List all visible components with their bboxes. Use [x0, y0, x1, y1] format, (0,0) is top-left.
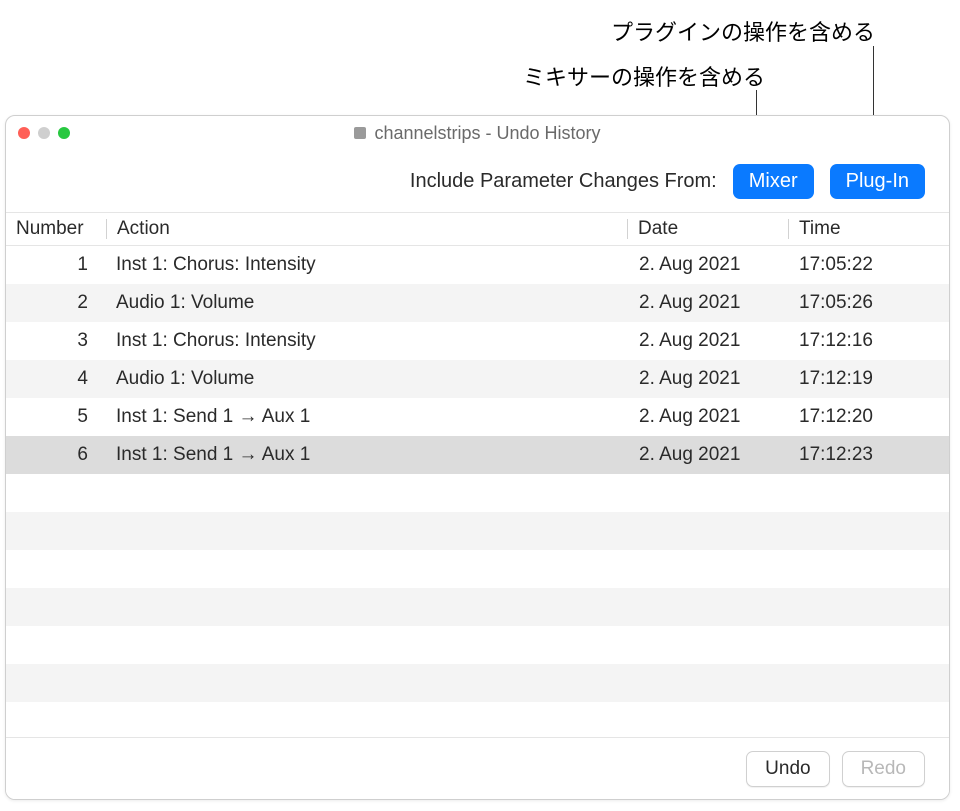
cell-number: 6 — [6, 444, 106, 466]
cell-action: Inst 1: Chorus: Intensity — [106, 254, 629, 276]
history-row[interactable]: 2Audio 1: Volume2. Aug 202117:05:26 — [6, 284, 949, 322]
empty-row — [6, 588, 949, 626]
empty-row — [6, 550, 949, 588]
undo-button[interactable]: Undo — [746, 751, 829, 787]
cell-time: 17:05:26 — [789, 292, 949, 314]
cell-number: 3 — [6, 330, 106, 352]
empty-row — [6, 474, 949, 512]
toolbar: Include Parameter Changes From: Mixer Pl… — [6, 150, 949, 212]
cell-time: 17:12:16 — [789, 330, 949, 352]
window-title: channelstrips - Undo History — [6, 123, 949, 144]
cell-date: 2. Aug 2021 — [629, 330, 789, 352]
history-row[interactable]: 5Inst 1: Send 1 → Aux 12. Aug 202117:12:… — [6, 398, 949, 436]
footer: Undo Redo — [6, 737, 949, 799]
annotation-layer: プラグインの操作を含める ミキサーの操作を含める — [0, 0, 960, 115]
undo-history-window: channelstrips - Undo History Include Par… — [5, 115, 950, 800]
cell-number: 1 — [6, 254, 106, 276]
column-header-number[interactable]: Number — [6, 218, 106, 240]
history-row[interactable]: 1Inst 1: Chorus: Intensity2. Aug 202117:… — [6, 246, 949, 284]
cell-number: 2 — [6, 292, 106, 314]
table-header: Number Action Date Time — [6, 212, 949, 246]
traffic-lights — [18, 127, 70, 139]
history-table-body: 1Inst 1: Chorus: Intensity2. Aug 202117:… — [6, 246, 949, 737]
history-row[interactable]: 3Inst 1: Chorus: Intensity2. Aug 202117:… — [6, 322, 949, 360]
column-header-date[interactable]: Date — [628, 218, 788, 240]
zoom-icon[interactable] — [58, 127, 70, 139]
cell-action: Inst 1: Send 1 → Aux 1 — [106, 444, 629, 466]
empty-row — [6, 512, 949, 550]
titlebar: channelstrips - Undo History — [6, 116, 949, 150]
plugin-toggle-button[interactable]: Plug-In — [830, 164, 925, 199]
cell-action: Audio 1: Volume — [106, 368, 629, 390]
cell-action: Inst 1: Send 1 → Aux 1 — [106, 406, 629, 428]
empty-row — [6, 664, 949, 702]
cell-date: 2. Aug 2021 — [629, 254, 789, 276]
cell-time: 17:05:22 — [789, 254, 949, 276]
redo-button: Redo — [842, 751, 925, 787]
column-header-action[interactable]: Action — [107, 218, 627, 240]
minimize-icon — [38, 127, 50, 139]
document-icon — [354, 127, 366, 139]
cell-date: 2. Aug 2021 — [629, 368, 789, 390]
cell-action: Inst 1: Chorus: Intensity — [106, 330, 629, 352]
empty-row — [6, 626, 949, 664]
callout-plugin-label: プラグインの操作を含める — [611, 15, 875, 47]
column-header-time[interactable]: Time — [789, 218, 949, 240]
cell-time: 17:12:19 — [789, 368, 949, 390]
include-param-label: Include Parameter Changes From: — [410, 170, 717, 193]
cell-date: 2. Aug 2021 — [629, 292, 789, 314]
cell-time: 17:12:20 — [789, 406, 949, 428]
cell-time: 17:12:23 — [789, 444, 949, 466]
cell-date: 2. Aug 2021 — [629, 444, 789, 466]
cell-action: Audio 1: Volume — [106, 292, 629, 314]
cell-date: 2. Aug 2021 — [629, 406, 789, 428]
history-row[interactable]: 4Audio 1: Volume2. Aug 202117:12:19 — [6, 360, 949, 398]
history-row[interactable]: 6Inst 1: Send 1 → Aux 12. Aug 202117:12:… — [6, 436, 949, 474]
mixer-toggle-button[interactable]: Mixer — [733, 164, 814, 199]
cell-number: 4 — [6, 368, 106, 390]
window-title-text: channelstrips - Undo History — [374, 123, 600, 144]
cell-number: 5 — [6, 406, 106, 428]
close-icon[interactable] — [18, 127, 30, 139]
callout-mixer-label: ミキサーの操作を含める — [523, 60, 765, 92]
